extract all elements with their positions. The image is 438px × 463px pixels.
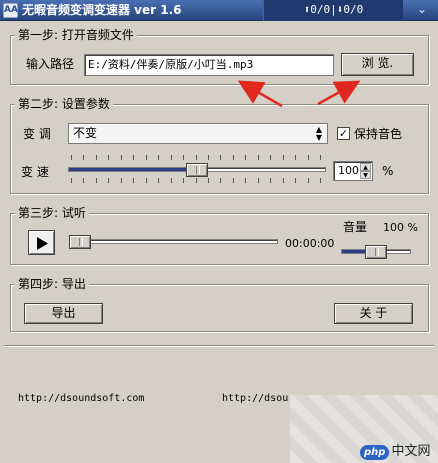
tick-mark bbox=[71, 155, 72, 160]
minimize-chevron-icon[interactable]: ⌄ bbox=[414, 2, 430, 18]
tick-mark bbox=[270, 178, 271, 183]
tick-mark bbox=[108, 155, 109, 160]
tick-mark bbox=[233, 178, 234, 183]
updown-arrow-icon[interactable]: ▲ ▼ bbox=[313, 126, 325, 142]
tick-mark bbox=[245, 178, 246, 183]
step3-legend: 第三步: 试听 bbox=[15, 205, 89, 221]
speed-slider-ticks bbox=[71, 155, 321, 161]
volume-slider-thumb[interactable] bbox=[365, 245, 387, 259]
path-input[interactable]: E:/资料/伴奏/原版/小叮当.mp3 bbox=[84, 54, 334, 76]
keep-timbre-checkbox[interactable]: ✓ bbox=[337, 127, 350, 140]
speed-slider-ticks-bottom bbox=[71, 178, 321, 184]
tick-mark bbox=[96, 155, 97, 160]
playback-time: 00:00:00 bbox=[285, 237, 335, 250]
tick-mark bbox=[133, 155, 134, 160]
title-bar[interactable]: AA 无暇音频变调变速器 ver 1.6 ⬆0/0|⬇0/0 ⌄ bbox=[0, 0, 438, 21]
tick-mark bbox=[83, 178, 84, 183]
tick-mark bbox=[183, 178, 184, 183]
tick-mark bbox=[158, 155, 159, 160]
arrow-to-browse bbox=[317, 80, 361, 106]
tick-mark bbox=[245, 155, 246, 160]
pitch-select-value: 不变 bbox=[73, 126, 98, 140]
tick-mark bbox=[270, 155, 271, 160]
footer-divider bbox=[4, 345, 434, 347]
speed-slider-thumb[interactable] bbox=[186, 163, 208, 177]
watermark-badge: php bbox=[360, 445, 390, 460]
arrow-to-path bbox=[237, 80, 283, 108]
play-button[interactable] bbox=[28, 230, 55, 255]
tick-mark bbox=[171, 178, 172, 183]
tick-mark bbox=[133, 178, 134, 183]
tick-mark bbox=[171, 155, 172, 160]
speed-spinbox[interactable]: 100 ▲ ▼ bbox=[333, 161, 373, 181]
tick-mark bbox=[233, 155, 234, 160]
tick-mark bbox=[283, 178, 284, 183]
about-button[interactable]: 关 于 bbox=[334, 303, 413, 324]
path-label: 输入路径 bbox=[26, 57, 75, 71]
tick-mark bbox=[183, 155, 184, 160]
speed-unit: % bbox=[382, 164, 394, 178]
watermark-text: 中文网 bbox=[391, 444, 431, 459]
tick-mark bbox=[108, 178, 109, 183]
tick-mark bbox=[196, 178, 197, 183]
progress-slider-track[interactable] bbox=[69, 239, 278, 244]
window-title: 无暇音频变调变速器 ver 1.6 bbox=[22, 3, 182, 17]
step3-group: 第三步: 试听 00:00:00 音量 100 % bbox=[10, 205, 429, 265]
tick-mark bbox=[208, 178, 209, 183]
volume-value: 100 % bbox=[383, 221, 418, 234]
tick-mark bbox=[258, 178, 259, 183]
app-icon: AA bbox=[3, 3, 18, 18]
pitch-label: 变 调 bbox=[23, 127, 51, 141]
footer-link-right[interactable]: http://dsou bbox=[222, 392, 288, 406]
step4-group: 第四步: 导出 导出 关 于 bbox=[10, 276, 429, 332]
tick-mark bbox=[121, 178, 122, 183]
speed-slider-fill bbox=[69, 168, 197, 171]
speed-value: 100 bbox=[338, 164, 359, 177]
watermark-logo: php 中文网 bbox=[360, 440, 430, 460]
tick-mark bbox=[96, 178, 97, 183]
spin-arrows-icon[interactable]: ▲ ▼ bbox=[360, 163, 371, 179]
tick-mark bbox=[71, 178, 72, 183]
tick-mark bbox=[158, 178, 159, 183]
footer-link-left[interactable]: http://dsoundsoft.com bbox=[18, 392, 144, 406]
tick-mark bbox=[308, 155, 309, 160]
keep-timbre-label: 保持音色 bbox=[354, 127, 403, 141]
tick-mark bbox=[220, 155, 221, 160]
tick-mark bbox=[196, 155, 197, 160]
tick-mark bbox=[308, 178, 309, 183]
tick-mark bbox=[121, 155, 122, 160]
tick-mark bbox=[83, 155, 84, 160]
pitch-select[interactable]: 不变 ▲ ▼ bbox=[68, 123, 328, 144]
transfer-counter: ⬆0/0|⬇0/0 bbox=[263, 0, 403, 21]
export-button[interactable]: 导出 bbox=[24, 303, 103, 324]
tick-mark bbox=[283, 155, 284, 160]
tick-mark bbox=[295, 178, 296, 183]
tick-mark bbox=[220, 178, 221, 183]
step2-legend: 第二步: 设置参数 bbox=[15, 96, 113, 112]
tick-mark bbox=[295, 155, 296, 160]
tick-mark bbox=[208, 155, 209, 160]
tick-mark bbox=[320, 178, 321, 183]
progress-slider-thumb[interactable] bbox=[69, 235, 91, 249]
step4-legend: 第四步: 导出 bbox=[15, 276, 89, 292]
speed-label: 变 速 bbox=[21, 165, 49, 179]
tick-mark bbox=[320, 155, 321, 160]
browse-button[interactable]: 浏 览. bbox=[341, 53, 414, 76]
step1-group: 第一步: 打开音频文件 输入路径 E:/资料/伴奏/原版/小叮当.mp3 浏 览… bbox=[10, 27, 429, 85]
step1-legend: 第一步: 打开音频文件 bbox=[15, 27, 137, 43]
play-icon bbox=[37, 237, 48, 250]
step2-group: 第二步: 设置参数 变 调 不变 ▲ ▼ ✓ 保持音色 变 速 100 ▲ ▼ % bbox=[10, 96, 429, 194]
tick-mark bbox=[258, 155, 259, 160]
tick-mark bbox=[146, 155, 147, 160]
tick-mark bbox=[146, 178, 147, 183]
volume-label: 音量 bbox=[343, 220, 368, 234]
